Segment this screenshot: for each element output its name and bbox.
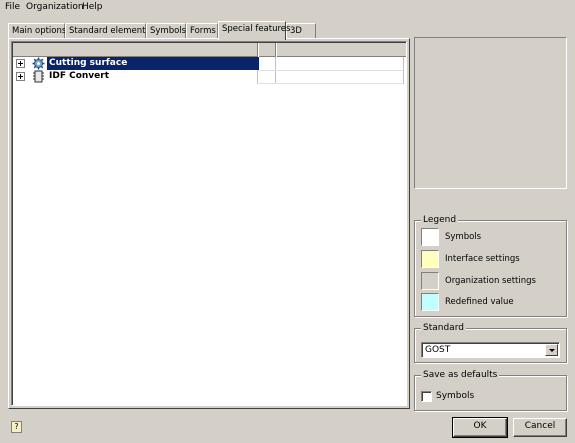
standard-value: GOST <box>425 345 451 355</box>
tree-item-label: IDF Convert <box>49 71 110 81</box>
expand-icon[interactable] <box>16 72 25 81</box>
standard-select[interactable]: GOST <box>421 342 560 358</box>
legend-swatch-organization <box>421 272 439 290</box>
grid-line <box>257 83 403 84</box>
ok-button[interactable]: OK <box>452 417 508 438</box>
menu-bar: File Organization Help <box>0 0 575 14</box>
special-features-panel: Cutting surface IDF Convert <box>8 38 410 409</box>
tree-item-idf-convert[interactable]: IDF Convert <box>13 70 263 83</box>
help-icon[interactable]: ? <box>11 421 22 433</box>
tab-standard-elements[interactable]: Standard elements <box>65 23 150 39</box>
legend-group: Legend Symbols Interface settings Organi… <box>414 215 567 317</box>
tab-main-options[interactable]: Main options <box>8 23 66 39</box>
symbols-checkbox[interactable] <box>421 391 432 402</box>
legend-swatch-symbols <box>421 228 439 246</box>
cancel-button[interactable]: Cancel <box>513 418 567 437</box>
menu-file[interactable]: File <box>5 2 20 12</box>
features-tree[interactable]: Cutting surface IDF Convert <box>11 41 407 406</box>
menu-organization[interactable]: Organization <box>26 2 84 12</box>
grid-line <box>403 57 404 84</box>
legend-swatch-interface <box>421 250 439 268</box>
expand-icon[interactable] <box>16 59 25 68</box>
save-defaults-title: Save as defaults <box>421 370 500 381</box>
column-divider[interactable] <box>257 43 258 57</box>
tab-3d[interactable]: 3D <box>286 23 316 39</box>
standard-group: Standard GOST <box>414 323 567 363</box>
save-defaults-group: Save as defaults Symbols <box>414 370 567 411</box>
legend-label: Interface settings <box>445 254 520 264</box>
column-header <box>13 43 406 57</box>
tree-item-cutting-surface[interactable]: Cutting surface <box>13 57 263 70</box>
menu-help[interactable]: Help <box>82 2 103 12</box>
legend-label: Symbols <box>445 232 482 242</box>
tab-symbols[interactable]: Symbols <box>146 23 186 39</box>
symbols-checkbox-label[interactable]: Symbols <box>436 390 474 402</box>
tab-special-features[interactable]: Special features <box>218 21 290 40</box>
tab-forms[interactable]: Forms <box>186 23 218 39</box>
legend-label: Redefined value <box>445 297 514 307</box>
legend-swatch-redefined <box>421 293 439 311</box>
chevron-down-icon[interactable] <box>545 344 558 356</box>
preview-area <box>414 37 567 189</box>
legend-title: Legend <box>421 215 459 226</box>
standard-title: Standard <box>421 323 466 334</box>
column-divider[interactable] <box>275 43 276 57</box>
circuit-board-icon <box>33 70 44 83</box>
tree-item-label: Cutting surface <box>47 57 259 70</box>
legend-label: Organization settings <box>445 276 536 286</box>
grid-line <box>257 70 403 71</box>
gear-icon <box>32 57 45 70</box>
